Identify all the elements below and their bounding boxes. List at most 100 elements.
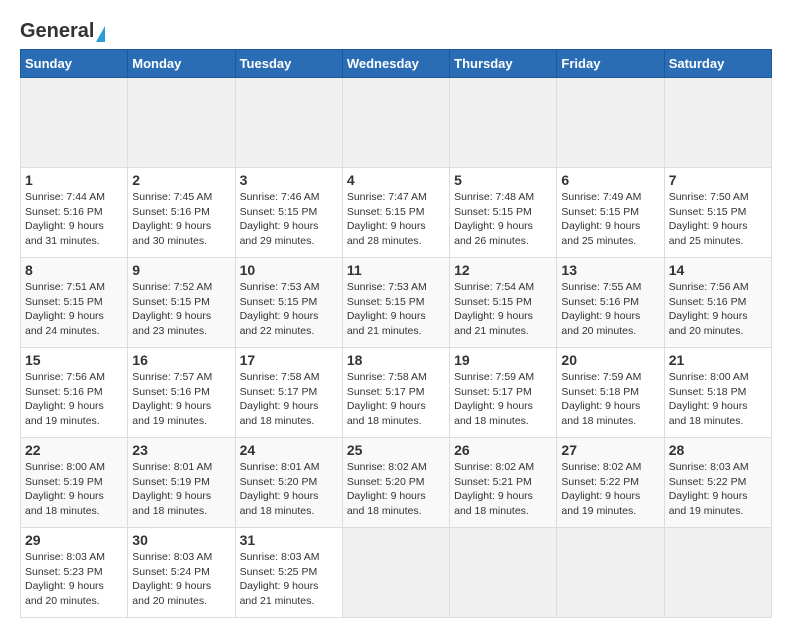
calendar-cell: 29 Sunrise: 8:03 AMSunset: 5:23 PMDayligh… [21, 528, 128, 618]
day-number: 15 [25, 352, 123, 368]
calendar-week-row [21, 78, 772, 168]
day-info: Sunrise: 7:59 AMSunset: 5:17 PMDaylight:… [454, 370, 552, 429]
day-of-week-header: Sunday [21, 50, 128, 78]
day-number: 13 [561, 262, 659, 278]
day-info: Sunrise: 7:47 AMSunset: 5:15 PMDaylight:… [347, 190, 445, 249]
day-info: Sunrise: 8:03 AMSunset: 5:25 PMDaylight:… [240, 550, 338, 609]
calendar-cell: 1Sunrise: 7:44 AMSunset: 5:16 PMDaylight… [21, 168, 128, 258]
calendar-cell: 12 Sunrise: 7:54 AMSunset: 5:15 PMDayligh… [450, 258, 557, 348]
day-info: Sunrise: 8:02 AMSunset: 5:20 PMDaylight:… [347, 460, 445, 519]
day-info: Sunrise: 7:56 AMSunset: 5:16 PMDaylight:… [669, 280, 767, 339]
day-info: Sunrise: 8:02 AMSunset: 5:22 PMDaylight:… [561, 460, 659, 519]
calendar-cell: 9 Sunrise: 7:52 AMSunset: 5:15 PMDaylight… [128, 258, 235, 348]
day-info: Sunrise: 8:02 AMSunset: 5:21 PMDaylight:… [454, 460, 552, 519]
calendar-cell: 21 Sunrise: 8:00 AMSunset: 5:18 PMDayligh… [664, 348, 771, 438]
calendar-cell: 18 Sunrise: 7:58 AMSunset: 5:17 PMDayligh… [342, 348, 449, 438]
calendar-header-row: SundayMondayTuesdayWednesdayThursdayFrid… [21, 50, 772, 78]
day-number: 23 [132, 442, 230, 458]
day-number: 14 [669, 262, 767, 278]
day-number: 9 [132, 262, 230, 278]
day-info: Sunrise: 7:51 AMSunset: 5:15 PMDaylight:… [25, 280, 123, 339]
calendar-cell: 19 Sunrise: 7:59 AMSunset: 5:17 PMDayligh… [450, 348, 557, 438]
day-number: 18 [347, 352, 445, 368]
day-info: Sunrise: 7:46 AMSunset: 5:15 PMDaylight:… [240, 190, 338, 249]
day-of-week-header: Tuesday [235, 50, 342, 78]
calendar-cell [664, 78, 771, 168]
calendar-cell: 16 Sunrise: 7:57 AMSunset: 5:16 PMDayligh… [128, 348, 235, 438]
day-info: Sunrise: 7:57 AMSunset: 5:16 PMDaylight:… [132, 370, 230, 429]
logo: General [20, 20, 105, 39]
day-info: Sunrise: 7:58 AMSunset: 5:17 PMDaylight:… [347, 370, 445, 429]
day-info: Sunrise: 8:03 AMSunset: 5:24 PMDaylight:… [132, 550, 230, 609]
calendar-cell: 23 Sunrise: 8:01 AMSunset: 5:19 PMDayligh… [128, 438, 235, 528]
day-number: 2 [132, 172, 230, 188]
day-number: 16 [132, 352, 230, 368]
day-info: Sunrise: 8:03 AMSunset: 5:23 PMDaylight:… [25, 550, 123, 609]
day-number: 17 [240, 352, 338, 368]
calendar-cell: 30 Sunrise: 8:03 AMSunset: 5:24 PMDayligh… [128, 528, 235, 618]
logo-general-text: General [20, 20, 94, 43]
day-of-week-header: Thursday [450, 50, 557, 78]
day-info: Sunrise: 7:48 AMSunset: 5:15 PMDaylight:… [454, 190, 552, 249]
header: General [20, 20, 772, 39]
day-info: Sunrise: 7:53 AMSunset: 5:15 PMDaylight:… [240, 280, 338, 339]
day-number: 28 [669, 442, 767, 458]
logo-arrow-icon [96, 26, 105, 42]
calendar-cell [342, 528, 449, 618]
calendar-cell: 3 Sunrise: 7:46 AMSunset: 5:15 PMDaylight… [235, 168, 342, 258]
day-number: 20 [561, 352, 659, 368]
day-info: Sunrise: 8:00 AMSunset: 5:19 PMDaylight:… [25, 460, 123, 519]
day-number: 29 [25, 532, 123, 548]
calendar-cell: 14 Sunrise: 7:56 AMSunset: 5:16 PMDayligh… [664, 258, 771, 348]
calendar-cell [450, 528, 557, 618]
day-number: 11 [347, 262, 445, 278]
calendar-cell [557, 528, 664, 618]
calendar-cell [342, 78, 449, 168]
calendar-cell: 31 Sunrise: 8:03 AMSunset: 5:25 PMDayligh… [235, 528, 342, 618]
day-number: 26 [454, 442, 552, 458]
day-info: Sunrise: 7:56 AMSunset: 5:16 PMDaylight:… [25, 370, 123, 429]
calendar-cell: 26 Sunrise: 8:02 AMSunset: 5:21 PMDayligh… [450, 438, 557, 528]
day-number: 19 [454, 352, 552, 368]
day-number: 4 [347, 172, 445, 188]
calendar-week-row: 22 Sunrise: 8:00 AMSunset: 5:19 PMDayligh… [21, 438, 772, 528]
day-info: Sunrise: 7:50 AMSunset: 5:15 PMDaylight:… [669, 190, 767, 249]
calendar-week-row: 29 Sunrise: 8:03 AMSunset: 5:23 PMDayligh… [21, 528, 772, 618]
calendar-cell [450, 78, 557, 168]
calendar-cell [128, 78, 235, 168]
calendar-week-row: 1Sunrise: 7:44 AMSunset: 5:16 PMDaylight… [21, 168, 772, 258]
calendar-week-row: 8Sunrise: 7:51 AMSunset: 5:15 PMDaylight… [21, 258, 772, 348]
day-of-week-header: Wednesday [342, 50, 449, 78]
day-of-week-header: Saturday [664, 50, 771, 78]
calendar-cell: 2Sunrise: 7:45 AMSunset: 5:16 PMDaylight… [128, 168, 235, 258]
day-info: Sunrise: 7:54 AMSunset: 5:15 PMDaylight:… [454, 280, 552, 339]
day-number: 21 [669, 352, 767, 368]
day-number: 12 [454, 262, 552, 278]
calendar-cell: 4 Sunrise: 7:47 AMSunset: 5:15 PMDaylight… [342, 168, 449, 258]
calendar-cell [235, 78, 342, 168]
day-info: Sunrise: 7:49 AMSunset: 5:15 PMDaylight:… [561, 190, 659, 249]
calendar-cell: 10Sunrise: 7:53 AMSunset: 5:15 PMDayligh… [235, 258, 342, 348]
day-info: Sunrise: 8:03 AMSunset: 5:22 PMDaylight:… [669, 460, 767, 519]
day-info: Sunrise: 7:52 AMSunset: 5:15 PMDaylight:… [132, 280, 230, 339]
day-info: Sunrise: 7:55 AMSunset: 5:16 PMDaylight:… [561, 280, 659, 339]
day-info: Sunrise: 8:01 AMSunset: 5:20 PMDaylight:… [240, 460, 338, 519]
calendar-week-row: 15 Sunrise: 7:56 AMSunset: 5:16 PMDayligh… [21, 348, 772, 438]
calendar-cell: 22 Sunrise: 8:00 AMSunset: 5:19 PMDayligh… [21, 438, 128, 528]
day-number: 3 [240, 172, 338, 188]
day-info: Sunrise: 7:59 AMSunset: 5:18 PMDaylight:… [561, 370, 659, 429]
calendar-cell: 8Sunrise: 7:51 AMSunset: 5:15 PMDaylight… [21, 258, 128, 348]
calendar-cell: 24 Sunrise: 8:01 AMSunset: 5:20 PMDayligh… [235, 438, 342, 528]
day-info: Sunrise: 8:01 AMSunset: 5:19 PMDaylight:… [132, 460, 230, 519]
day-info: Sunrise: 8:00 AMSunset: 5:18 PMDaylight:… [669, 370, 767, 429]
calendar-cell [664, 528, 771, 618]
day-number: 30 [132, 532, 230, 548]
day-number: 22 [25, 442, 123, 458]
day-info: Sunrise: 7:58 AMSunset: 5:17 PMDaylight:… [240, 370, 338, 429]
day-number: 24 [240, 442, 338, 458]
calendar-cell: 6Sunrise: 7:49 AMSunset: 5:15 PMDaylight… [557, 168, 664, 258]
day-number: 31 [240, 532, 338, 548]
calendar-cell: 25Sunrise: 8:02 AMSunset: 5:20 PMDayligh… [342, 438, 449, 528]
calendar-cell: 7Sunrise: 7:50 AMSunset: 5:15 PMDaylight… [664, 168, 771, 258]
day-info: Sunrise: 7:53 AMSunset: 5:15 PMDaylight:… [347, 280, 445, 339]
